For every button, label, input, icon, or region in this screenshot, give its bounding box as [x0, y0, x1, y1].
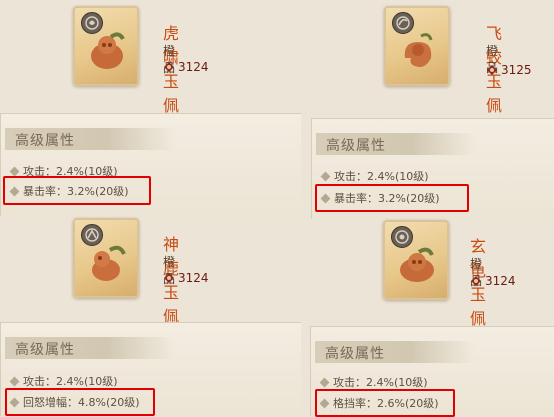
item-price-value: 3124 — [485, 274, 516, 288]
section-banner: 高级属性 — [315, 341, 475, 363]
currency-icon — [164, 273, 174, 283]
currency-icon — [487, 65, 497, 75]
diamond-icon — [9, 376, 20, 386]
tiger-jade-icon — [91, 32, 125, 69]
attribute-panel: 高级属性 攻击：2.4%(10级) 回怒增幅：4.8%(20级) — [0, 322, 301, 416]
deer-jade-icon — [92, 245, 126, 281]
section-title: 高级属性 — [326, 138, 386, 154]
jade-pendant-image[interactable] — [383, 220, 449, 300]
diamond-icon — [319, 377, 330, 387]
section-banner: 高级属性 — [5, 128, 175, 150]
highlight-box — [5, 388, 155, 416]
item-price-value: 3124 — [178, 60, 209, 74]
item-price: 3124 — [163, 60, 209, 74]
item-price-value: 3124 — [178, 271, 209, 285]
dragon-jade-icon — [404, 33, 433, 67]
diamond-icon — [320, 171, 331, 181]
diamond-icon — [9, 166, 20, 176]
attribute-panel: 高级属性 攻击：2.4%(10级) 暴击率：3.2%(20级) — [0, 113, 301, 216]
currency-icon — [164, 62, 174, 72]
item-price: 3124 — [470, 274, 516, 288]
item-price-value: 3125 — [501, 63, 532, 77]
attribute-panel: 高级属性 攻击：2.4%(10级) 暴击率：3.2%(20级) — [311, 118, 554, 219]
item-price: 3125 — [486, 63, 532, 77]
highlight-box — [315, 389, 455, 417]
stat-attack: 攻击：2.4%(10级) — [9, 373, 118, 389]
section-banner: 高级属性 — [316, 133, 476, 155]
section-title: 高级属性 — [325, 346, 385, 362]
highlight-box — [3, 176, 151, 205]
highlight-box — [315, 184, 469, 212]
stat-attack: 攻击：2.4%(10级) — [319, 374, 428, 390]
stat-text: 攻击：2.4%(10级) — [23, 375, 118, 388]
jade-pendant-image[interactable] — [73, 6, 139, 86]
jade-pendant-image[interactable] — [384, 6, 450, 86]
stat-text: 攻击：2.4%(10级) — [333, 376, 428, 389]
attribute-panel: 高级属性 攻击：2.4%(10级) 格挡率：2.6%(20级) — [310, 326, 554, 417]
currency-icon — [471, 276, 481, 286]
turtle-jade-icon — [400, 247, 434, 282]
stat-attack: 攻击：2.4%(10级) — [320, 168, 429, 184]
section-title: 高级属性 — [15, 342, 75, 358]
section-banner: 高级属性 — [5, 337, 175, 359]
item-price: 3124 — [163, 271, 209, 285]
section-title: 高级属性 — [15, 133, 75, 149]
jade-pendant-image[interactable] — [73, 218, 139, 298]
stat-text: 攻击：2.4%(10级) — [334, 170, 429, 183]
